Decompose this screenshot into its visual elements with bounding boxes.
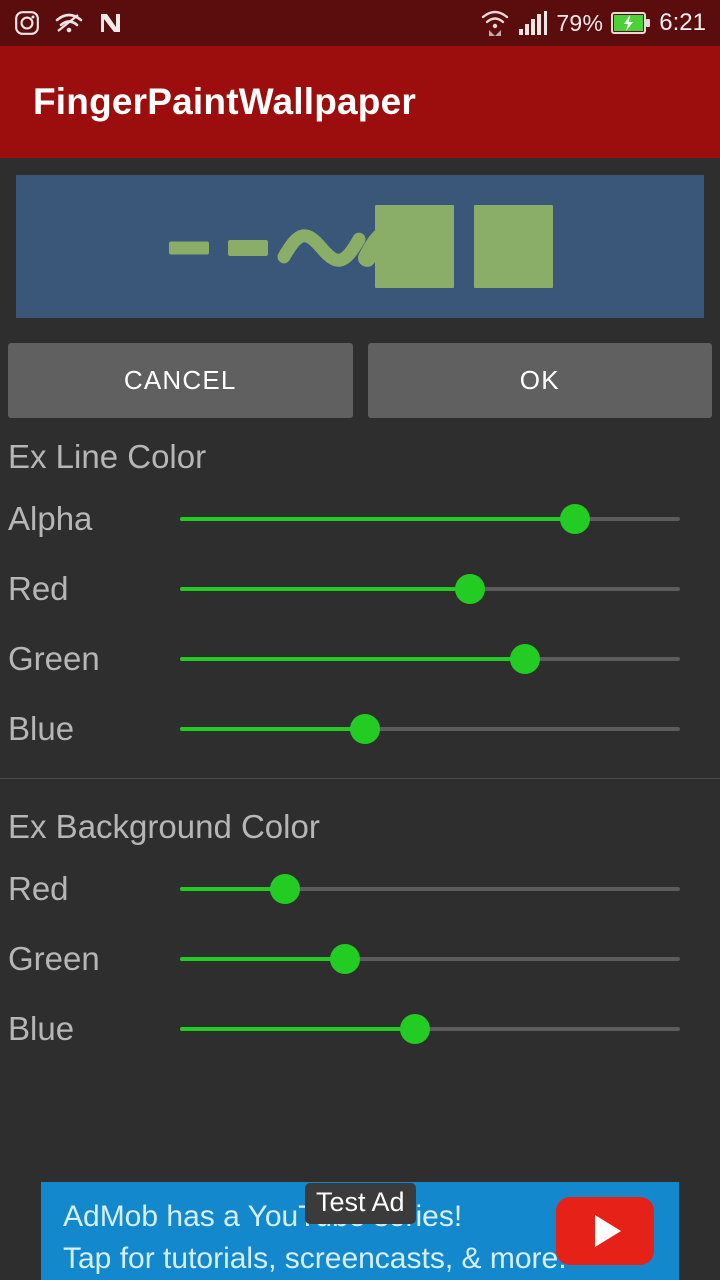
cancel-button[interactable]: CANCEL (8, 343, 353, 418)
preview-stroke-dash (228, 240, 268, 256)
battery-charging-icon (611, 12, 651, 34)
slider-track-red[interactable] (180, 574, 680, 604)
preview-stroke-square (474, 205, 553, 288)
slider-fill-green (180, 957, 345, 961)
background-color-slider-list: Red Green Blue (0, 854, 720, 1064)
slider-fill-green (180, 657, 525, 661)
background-color-section-title: Ex Background Color (8, 808, 320, 845)
dialog-button-row: CANCEL OK (8, 343, 712, 418)
slider-fill-alpha (180, 517, 575, 521)
line-color-slider-list: Alpha Red Green Blue (0, 484, 720, 764)
slider-track-blue[interactable] (180, 1014, 680, 1044)
app-title: FingerPaintWallpaper (33, 81, 416, 122)
slider-row-line_color_section-red[interactable]: Red (0, 554, 720, 624)
line-color-section-title: Ex Line Color (8, 438, 207, 475)
youtube-play-button[interactable] (556, 1197, 654, 1265)
instagram-icon (15, 11, 39, 35)
slider-label-blue: Blue (8, 710, 75, 747)
slider-track-red[interactable] (180, 874, 680, 904)
slider-row-background_color_section-blue[interactable]: Blue (0, 994, 720, 1064)
slider-thumb-green[interactable] (330, 944, 360, 974)
slider-label-green: Green (8, 640, 100, 677)
slider-row-line_color_section-alpha[interactable]: Alpha (0, 484, 720, 554)
wifi-eye-icon (55, 13, 83, 33)
slider-track-green[interactable] (180, 944, 680, 974)
slider-row-line_color_section-green[interactable]: Green (0, 624, 720, 694)
slider-track-blue[interactable] (180, 714, 680, 744)
ad-line-2: Tap for tutorials, screencasts, & more. (63, 1242, 567, 1275)
app-bar: FingerPaintWallpaper (0, 46, 720, 158)
ok-button[interactable]: OK (367, 343, 712, 418)
nova-n-icon (101, 14, 120, 32)
status-bar-left-icons (14, 10, 122, 36)
wifi-icon (482, 10, 509, 36)
slider-track-green[interactable] (180, 644, 680, 674)
slider-thumb-red[interactable] (455, 574, 485, 604)
slider-row-background_color_section-green[interactable]: Green (0, 924, 720, 994)
slider-thumb-red[interactable] (270, 874, 300, 904)
slider-thumb-blue[interactable] (400, 1014, 430, 1044)
background-color-section: Ex Background Color Red Green Blue (0, 800, 720, 1064)
slider-label-red: Red (8, 570, 69, 607)
test-ad-badge: Test Ad (305, 1183, 416, 1224)
preview-canvas[interactable] (16, 175, 704, 318)
preview-panel[interactable] (16, 175, 704, 318)
slider-fill-blue (180, 727, 365, 731)
slider-label-alpha: Alpha (8, 500, 93, 537)
slider-row-line_color_section-blue[interactable]: Blue (0, 694, 720, 764)
slider-thumb-green[interactable] (510, 644, 540, 674)
youtube-play-icon (594, 1215, 621, 1247)
preview-stroke-square (375, 205, 454, 288)
status-bar: 79% 6:21 (0, 0, 720, 46)
phone-screen: 79% 6:21 FingerPaintWallpaper CANCEL OK … (0, 0, 720, 1280)
battery-percent-label: 79% (556, 9, 604, 36)
slider-thumb-alpha[interactable] (560, 504, 590, 534)
status-bar-right-icons: 79% 6:21 (480, 9, 706, 37)
slider-label-red: Red (8, 870, 69, 907)
status-bar-clock: 6:21 (659, 9, 706, 36)
slider-thumb-blue[interactable] (350, 714, 380, 744)
slider-label-green: Green (8, 940, 100, 977)
line-color-section: Ex Line Color Alpha Red Green Blue (0, 430, 720, 764)
section-divider (0, 778, 720, 779)
slider-label-blue: Blue (8, 1010, 75, 1047)
signal-icon (519, 11, 548, 35)
slider-row-background_color_section-red[interactable]: Red (0, 854, 720, 924)
slider-fill-blue (180, 1027, 415, 1031)
slider-track-alpha[interactable] (180, 504, 680, 534)
slider-fill-red (180, 587, 470, 591)
preview-stroke-dash (169, 241, 209, 255)
